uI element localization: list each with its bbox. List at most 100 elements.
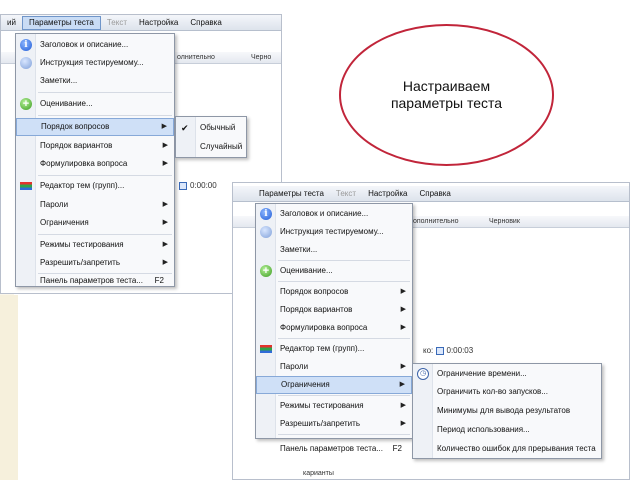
- menu-item-grading[interactable]: + Оценивание...: [16, 95, 174, 113]
- submenu-item-launch-limit[interactable]: Ограничить кол-во запусков...: [413, 383, 601, 401]
- timer-field[interactable]: ко: 0:00:03: [423, 346, 473, 355]
- menu-view[interactable]: ий: [1, 16, 22, 30]
- item-label: Ограничение времени...: [437, 369, 527, 378]
- item-label: Обычный: [200, 123, 236, 132]
- item-label: Заметки...: [280, 245, 318, 254]
- menu-item-option-order[interactable]: Порядок вариантов ▶: [16, 137, 174, 155]
- menu-test-parameters[interactable]: Параметры теста: [253, 187, 330, 201]
- item-label: Инструкция тестируемому...: [280, 227, 384, 236]
- options-label: карианты: [303, 470, 334, 477]
- menu-separator: [38, 115, 172, 116]
- menu-separator: [38, 92, 172, 93]
- menu-item-test-modes[interactable]: Режимы тестирования ▶: [16, 236, 174, 254]
- submenu-item-usage-period[interactable]: Период использования...: [413, 421, 601, 439]
- menu-item-question-order[interactable]: Порядок вопросов ▶: [256, 283, 412, 301]
- item-label: Минимумы для вывода результатов: [437, 406, 571, 415]
- submenu-item-random[interactable]: Случайный: [176, 138, 246, 156]
- menu-item-notes[interactable]: Заметки...: [16, 72, 174, 90]
- order-submenu: ✔ Обычный Случайный: [175, 116, 247, 158]
- submenu-arrow-icon: ▶: [399, 381, 405, 388]
- timer-label: ко:: [423, 346, 434, 355]
- menu-item-limits[interactable]: Ограничения ▶: [16, 214, 174, 232]
- menu-test-parameters[interactable]: Параметры теста: [21, 15, 101, 30]
- item-label: Пароли: [280, 362, 309, 371]
- timer-value: 0:00:03: [446, 346, 474, 355]
- menu-item-allow-deny[interactable]: Разрешить/запретить ▶: [256, 415, 412, 433]
- menu-item-passwords[interactable]: Пароли ▶: [16, 196, 174, 214]
- menu-item-instruction[interactable]: Инструкция тестируемому...: [256, 223, 412, 241]
- submenu-item-normal[interactable]: ✔ Обычный: [176, 119, 246, 137]
- submenu-arrow-icon: ▶: [162, 201, 168, 208]
- item-label: Порядок вопросов: [280, 287, 349, 296]
- menu-item-notes[interactable]: Заметки...: [256, 241, 412, 259]
- menu-item-test-modes[interactable]: Режимы тестирования ▶: [256, 397, 412, 415]
- menu-text[interactable]: Текст: [330, 187, 362, 201]
- menu-item-question-order[interactable]: Порядок вопросов ▶: [16, 118, 174, 136]
- info-icon: i: [20, 39, 32, 51]
- menu-separator: [278, 260, 410, 261]
- menu-help[interactable]: Справка: [184, 16, 227, 30]
- item-label: Период использования...: [437, 425, 530, 434]
- menu-separator: [38, 175, 172, 176]
- callout-line-2: параметры теста: [390, 95, 503, 111]
- topic-editor-icon: [260, 345, 272, 353]
- menu-label: Параметры теста: [259, 188, 324, 198]
- menu-item-passwords[interactable]: Пароли ▶: [256, 358, 412, 376]
- plus-icon: +: [260, 265, 272, 277]
- menu-item-question-wording[interactable]: Формулировка вопроса ▶: [256, 319, 412, 337]
- callout-line-1: Настраиваем: [402, 78, 491, 94]
- item-label: Заголовок и описание...: [40, 40, 129, 49]
- item-label: Панель параметров теста...: [40, 276, 143, 285]
- menu-text[interactable]: Текст: [101, 16, 133, 30]
- submenu-arrow-icon: ▶: [162, 241, 168, 248]
- menu-settings[interactable]: Настройка: [362, 187, 413, 201]
- test-parameters-menu: i Заголовок и описание... Инструкция тест…: [15, 33, 175, 287]
- menu-separator: [278, 434, 410, 435]
- menu-item-title-description[interactable]: i Заголовок и описание...: [16, 36, 174, 54]
- menu-item-limits[interactable]: Ограничения ▶: [256, 376, 412, 394]
- callout-text: Настраиваем параметры теста: [391, 78, 502, 112]
- menu-item-topic-editor[interactable]: Редактор тем (групп)...: [16, 177, 174, 195]
- shortcut-label: F2: [392, 444, 402, 453]
- tab-draft[interactable]: Черно: [251, 54, 271, 61]
- menu-item-title-description[interactable]: i Заголовок и описание...: [256, 205, 412, 223]
- tab-additional[interactable]: олнительно: [177, 54, 215, 61]
- item-label: Заметки...: [40, 76, 78, 85]
- menu-item-parameters-panel[interactable]: Панель параметров теста... F2: [16, 272, 174, 290]
- screenshot-2: Параметры теста Текст Настройка Справка …: [232, 182, 630, 480]
- limits-submenu: ◷ Ограничение времени... Ограничить кол-в…: [412, 363, 602, 459]
- menu-item-grading[interactable]: + Оценивание...: [256, 262, 412, 280]
- item-label: Редактор тем (групп)...: [40, 181, 125, 190]
- menu-help[interactable]: Справка: [413, 187, 456, 201]
- item-label: Пароли: [40, 200, 69, 209]
- item-label: Формулировка вопроса: [40, 159, 128, 168]
- instruction-icon: [260, 226, 272, 238]
- submenu-arrow-icon: ▶: [400, 420, 406, 427]
- submenu-arrow-icon: ▶: [162, 160, 168, 167]
- plus-icon: +: [20, 98, 32, 110]
- item-label: Редактор тем (групп)...: [280, 344, 365, 353]
- submenu-arrow-icon: ▶: [400, 306, 406, 313]
- item-label: Разрешить/запретить: [40, 258, 120, 267]
- submenu-item-time-limit[interactable]: ◷ Ограничение времени...: [413, 365, 601, 383]
- timer-field[interactable]: 0:00:00: [179, 181, 217, 190]
- submenu-item-error-count[interactable]: Количество ошибок для прерывания теста: [413, 440, 601, 458]
- submenu-item-result-minimums[interactable]: Минимумы для вывода результатов: [413, 402, 601, 420]
- menu-item-topic-editor[interactable]: Редактор тем (групп)...: [256, 340, 412, 358]
- menu-item-parameters-panel[interactable]: Панель параметров теста... F2: [256, 440, 412, 458]
- item-label: Инструкция тестируемому...: [40, 58, 144, 67]
- shortcut-label: F2: [154, 276, 164, 285]
- item-label: Ограничить кол-во запусков...: [437, 387, 548, 396]
- menu-item-question-wording[interactable]: Формулировка вопроса ▶: [16, 155, 174, 173]
- instruction-icon: [20, 57, 32, 69]
- tab-draft[interactable]: Черновик: [489, 218, 520, 225]
- menu-item-allow-deny[interactable]: Разрешить/запретить ▶: [16, 254, 174, 272]
- tab-additional[interactable]: ополнительно: [413, 218, 459, 225]
- checkmark-icon: ✔: [181, 123, 189, 133]
- item-label: Режимы тестирования: [40, 240, 124, 249]
- calendar-icon: [435, 346, 444, 355]
- menu-item-instruction[interactable]: Инструкция тестируемому...: [16, 54, 174, 72]
- menu-item-option-order[interactable]: Порядок вариантов ▶: [256, 301, 412, 319]
- item-label: Ограничения: [281, 380, 330, 389]
- menu-settings[interactable]: Настройка: [133, 16, 184, 30]
